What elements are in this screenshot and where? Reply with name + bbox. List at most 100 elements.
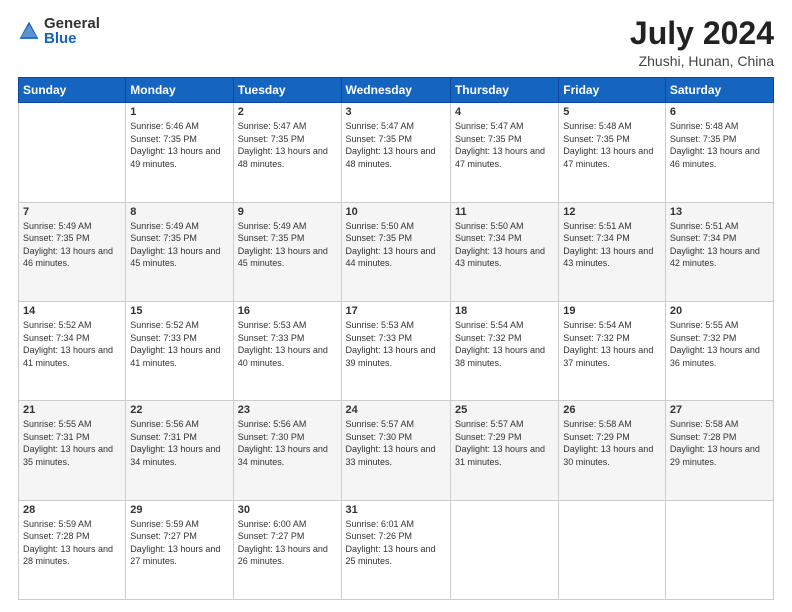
logo-text-general: General: [44, 16, 100, 31]
table-row: 27 Sunrise: 5:58 AMSunset: 7:28 PMDayligh…: [665, 401, 773, 500]
col-thursday: Thursday: [450, 78, 558, 103]
day-number: 22: [130, 404, 228, 416]
day-number: 5: [563, 106, 661, 118]
table-row: 7 Sunrise: 5:49 AMSunset: 7:35 PMDaylight…: [19, 202, 126, 301]
cell-content: Sunrise: 5:59 AMSunset: 7:28 PMDaylight:…: [23, 518, 121, 568]
col-friday: Friday: [559, 78, 666, 103]
day-number: 21: [23, 404, 121, 416]
day-number: 23: [238, 404, 337, 416]
calendar-week-4: 28 Sunrise: 5:59 AMSunset: 7:28 PMDayligh…: [19, 500, 774, 599]
cell-content: Sunrise: 5:58 AMSunset: 7:28 PMDaylight:…: [670, 418, 769, 468]
cell-content: Sunrise: 5:54 AMSunset: 7:32 PMDaylight:…: [563, 319, 661, 369]
table-row: 16 Sunrise: 5:53 AMSunset: 7:33 PMDayligh…: [233, 301, 341, 400]
cell-content: Sunrise: 5:58 AMSunset: 7:29 PMDaylight:…: [563, 418, 661, 468]
cell-content: Sunrise: 5:47 AMSunset: 7:35 PMDaylight:…: [455, 120, 554, 170]
table-row: [665, 500, 773, 599]
day-number: 3: [346, 106, 446, 118]
table-row: 23 Sunrise: 5:56 AMSunset: 7:30 PMDayligh…: [233, 401, 341, 500]
table-row: 25 Sunrise: 5:57 AMSunset: 7:29 PMDayligh…: [450, 401, 558, 500]
table-row: 5 Sunrise: 5:48 AMSunset: 7:35 PMDaylight…: [559, 103, 666, 202]
day-number: 10: [346, 206, 446, 218]
cell-content: Sunrise: 5:46 AMSunset: 7:35 PMDaylight:…: [130, 120, 228, 170]
day-number: 25: [455, 404, 554, 416]
title-month: July 2024: [630, 16, 774, 51]
cell-content: Sunrise: 6:01 AMSunset: 7:26 PMDaylight:…: [346, 518, 446, 568]
day-number: 6: [670, 106, 769, 118]
table-row: 15Sunrise: 5:52 AMSunset: 7:33 PMDayligh…: [126, 301, 233, 400]
day-number: 7: [23, 206, 121, 218]
day-number: 29: [130, 504, 228, 516]
day-number: 8: [130, 206, 228, 218]
cell-content: Sunrise: 5:53 AMSunset: 7:33 PMDaylight:…: [238, 319, 337, 369]
table-row: 22 Sunrise: 5:56 AMSunset: 7:31 PMDayligh…: [126, 401, 233, 500]
table-row: 28 Sunrise: 5:59 AMSunset: 7:28 PMDayligh…: [19, 500, 126, 599]
day-number: 11: [455, 206, 554, 218]
table-row: 3Sunrise: 5:47 AMSunset: 7:35 PMDaylight…: [341, 103, 450, 202]
cell-content: Sunrise: 5:50 AMSunset: 7:34 PMDaylight:…: [455, 220, 554, 270]
table-row: 10 Sunrise: 5:50 AMSunset: 7:35 PMDayligh…: [341, 202, 450, 301]
table-row: 12Sunrise: 5:51 AMSunset: 7:34 PMDayligh…: [559, 202, 666, 301]
cell-content: Sunrise: 5:48 AMSunset: 7:35 PMDaylight:…: [563, 120, 661, 170]
table-row: 2Sunrise: 5:47 AMSunset: 7:35 PMDaylight…: [233, 103, 341, 202]
table-row: 20 Sunrise: 5:55 AMSunset: 7:32 PMDayligh…: [665, 301, 773, 400]
cell-content: Sunrise: 5:55 AMSunset: 7:32 PMDaylight:…: [670, 319, 769, 369]
day-number: 2: [238, 106, 337, 118]
table-row: [19, 103, 126, 202]
cell-content: Sunrise: 5:51 AMSunset: 7:34 PMDaylight:…: [670, 220, 769, 270]
day-number: 9: [238, 206, 337, 218]
calendar-week-2: 14Sunrise: 5:52 AMSunset: 7:34 PMDayligh…: [19, 301, 774, 400]
day-number: 18: [455, 305, 554, 317]
day-number: 17: [346, 305, 446, 317]
table-row: 11 Sunrise: 5:50 AMSunset: 7:34 PMDayligh…: [450, 202, 558, 301]
cell-content: Sunrise: 5:50 AMSunset: 7:35 PMDaylight:…: [346, 220, 446, 270]
col-tuesday: Tuesday: [233, 78, 341, 103]
day-number: 13: [670, 206, 769, 218]
table-row: [450, 500, 558, 599]
table-row: 14Sunrise: 5:52 AMSunset: 7:34 PMDayligh…: [19, 301, 126, 400]
col-sunday: Sunday: [19, 78, 126, 103]
logo: General Blue: [18, 16, 100, 46]
calendar-week-1: 7 Sunrise: 5:49 AMSunset: 7:35 PMDaylight…: [19, 202, 774, 301]
day-number: 27: [670, 404, 769, 416]
title-block: July 2024 Zhushi, Hunan, China: [630, 16, 774, 69]
cell-content: Sunrise: 5:52 AMSunset: 7:33 PMDaylight:…: [130, 319, 228, 369]
table-row: 4 Sunrise: 5:47 AMSunset: 7:35 PMDaylight…: [450, 103, 558, 202]
day-number: 31: [346, 504, 446, 516]
cell-content: Sunrise: 5:56 AMSunset: 7:31 PMDaylight:…: [130, 418, 228, 468]
day-number: 16: [238, 305, 337, 317]
day-number: 26: [563, 404, 661, 416]
day-number: 19: [563, 305, 661, 317]
cell-content: Sunrise: 5:53 AMSunset: 7:33 PMDaylight:…: [346, 319, 446, 369]
cell-content: Sunrise: 5:52 AMSunset: 7:34 PMDaylight:…: [23, 319, 121, 369]
table-row: 30 Sunrise: 6:00 AMSunset: 7:27 PMDayligh…: [233, 500, 341, 599]
table-row: 6 Sunrise: 5:48 AMSunset: 7:35 PMDaylight…: [665, 103, 773, 202]
cell-content: Sunrise: 5:49 AMSunset: 7:35 PMDaylight:…: [130, 220, 228, 270]
cell-content: Sunrise: 5:54 AMSunset: 7:32 PMDaylight:…: [455, 319, 554, 369]
day-number: 30: [238, 504, 337, 516]
cell-content: Sunrise: 5:57 AMSunset: 7:29 PMDaylight:…: [455, 418, 554, 468]
day-number: 12: [563, 206, 661, 218]
table-row: 31 Sunrise: 6:01 AMSunset: 7:26 PMDayligh…: [341, 500, 450, 599]
table-row: 26 Sunrise: 5:58 AMSunset: 7:29 PMDayligh…: [559, 401, 666, 500]
table-row: 17 Sunrise: 5:53 AMSunset: 7:33 PMDayligh…: [341, 301, 450, 400]
calendar-week-3: 21Sunrise: 5:55 AMSunset: 7:31 PMDayligh…: [19, 401, 774, 500]
cell-content: Sunrise: 5:49 AMSunset: 7:35 PMDaylight:…: [23, 220, 121, 270]
cell-content: Sunrise: 6:00 AMSunset: 7:27 PMDaylight:…: [238, 518, 337, 568]
table-row: 13 Sunrise: 5:51 AMSunset: 7:34 PMDayligh…: [665, 202, 773, 301]
page: General Blue July 2024 Zhushi, Hunan, Ch…: [0, 0, 792, 612]
day-number: 4: [455, 106, 554, 118]
title-location: Zhushi, Hunan, China: [630, 53, 774, 69]
table-row: 1 Sunrise: 5:46 AMSunset: 7:35 PMDaylight…: [126, 103, 233, 202]
cell-content: Sunrise: 5:56 AMSunset: 7:30 PMDaylight:…: [238, 418, 337, 468]
day-number: 1: [130, 106, 228, 118]
logo-text-blue: Blue: [44, 31, 100, 46]
calendar-table: Sunday Monday Tuesday Wednesday Thursday…: [18, 77, 774, 600]
cell-content: Sunrise: 5:48 AMSunset: 7:35 PMDaylight:…: [670, 120, 769, 170]
logo-icon: [18, 20, 40, 42]
day-number: 20: [670, 305, 769, 317]
col-saturday: Saturday: [665, 78, 773, 103]
day-number: 28: [23, 504, 121, 516]
cell-content: Sunrise: 5:57 AMSunset: 7:30 PMDaylight:…: [346, 418, 446, 468]
header: General Blue July 2024 Zhushi, Hunan, Ch…: [18, 16, 774, 69]
col-monday: Monday: [126, 78, 233, 103]
